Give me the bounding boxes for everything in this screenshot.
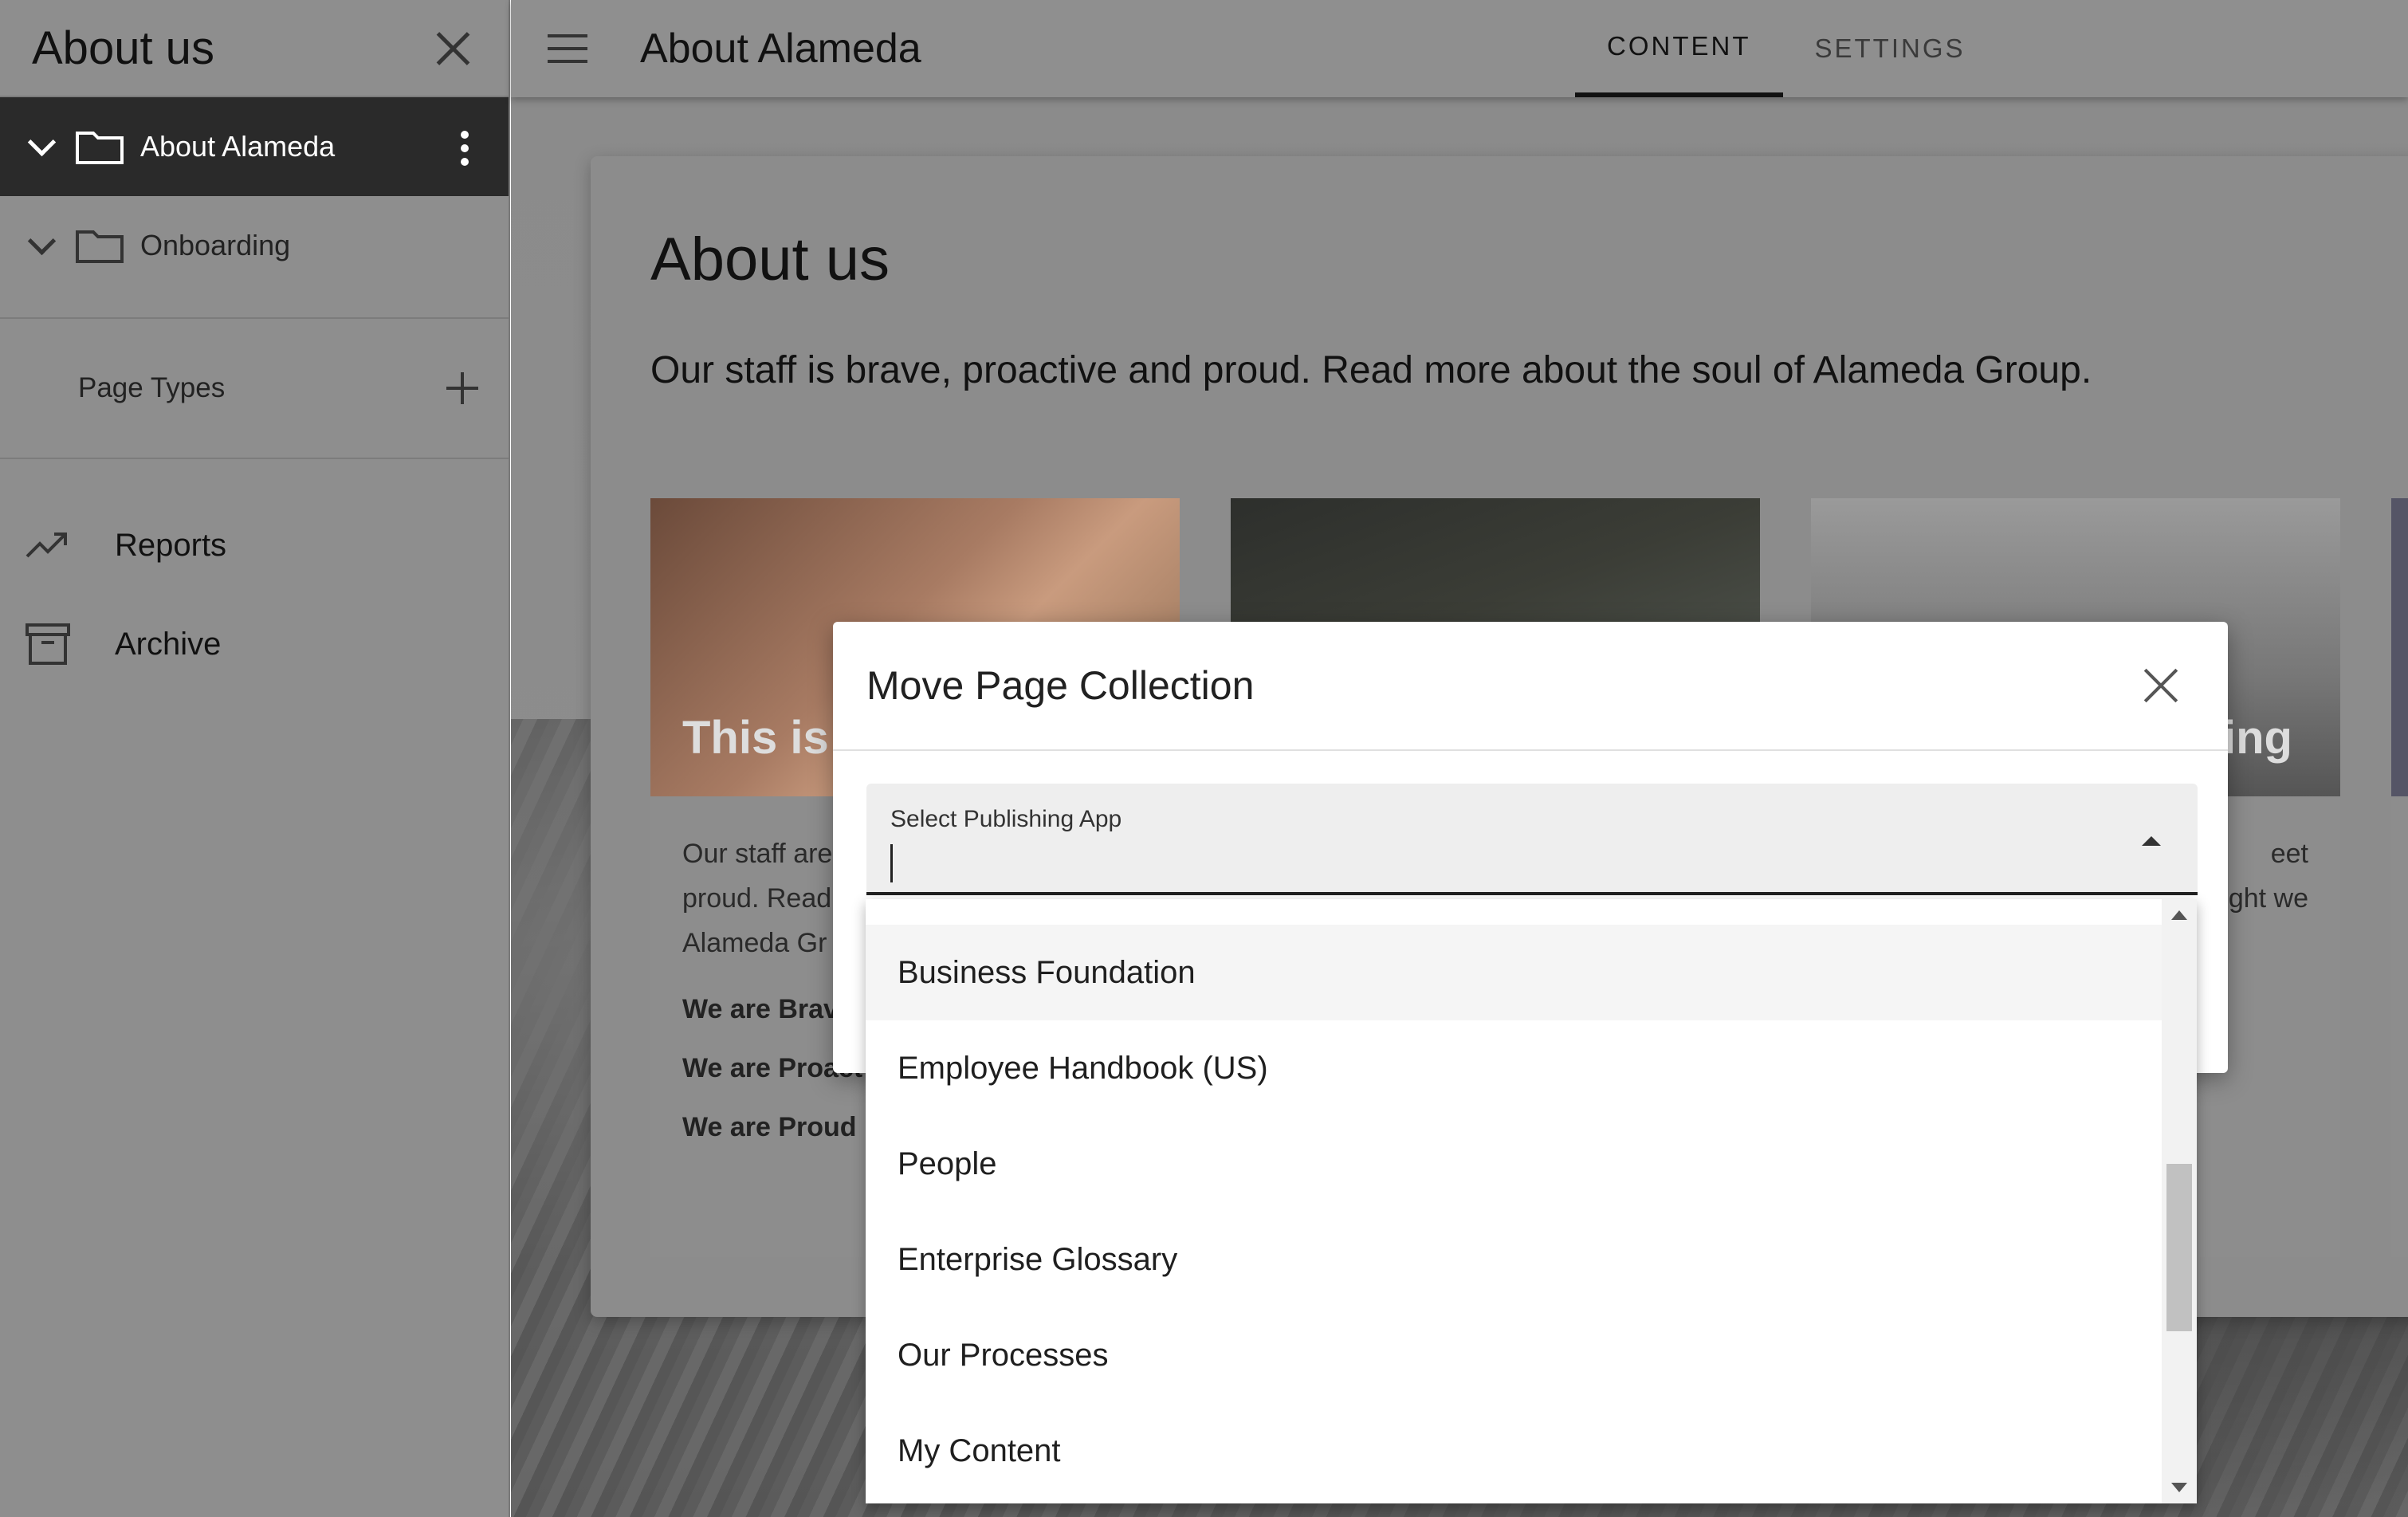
dialog-title: Move Page Collection xyxy=(866,663,1255,708)
dropdown-list: Business Foundation Employee Handbook (U… xyxy=(866,925,2162,1499)
chevron-down-icon[interactable] xyxy=(24,129,59,164)
close-icon[interactable] xyxy=(429,24,477,72)
tab-bar: CONTENT SETTINGS xyxy=(1575,0,1998,97)
page-types-label: Page Types xyxy=(78,372,226,403)
page-title: About Alameda xyxy=(640,26,921,72)
arrow-drop-up-icon[interactable] xyxy=(2142,836,2161,846)
folder-icon xyxy=(75,128,124,165)
tree-item-onboarding[interactable]: Onboarding xyxy=(0,196,509,295)
top-app-bar: About Alameda CONTENT SETTINGS xyxy=(511,0,2408,97)
tree-item-about-alameda[interactable]: About Alameda xyxy=(0,97,509,196)
dropdown-option[interactable]: Business Foundation xyxy=(866,925,2162,1020)
nav-link-label: Reports xyxy=(115,527,227,563)
sidebar-title: About us xyxy=(32,22,214,74)
publishing-app-dropdown: Business Foundation Employee Handbook (U… xyxy=(866,899,2197,1503)
tab-settings[interactable]: SETTINGS xyxy=(1783,0,1998,97)
scroll-down-icon[interactable] xyxy=(2171,1483,2187,1492)
page-types-row: Page Types xyxy=(0,319,509,459)
dialog-header: Move Page Collection xyxy=(833,622,2228,751)
add-icon[interactable] xyxy=(446,372,478,404)
tab-content[interactable]: CONTENT xyxy=(1575,0,1783,97)
content-heading: About us xyxy=(650,226,890,293)
card[interactable] xyxy=(2391,498,2408,1257)
content-subheading: Our staff is brave, proactive and proud.… xyxy=(650,349,2092,391)
tree-item-label: About Alameda xyxy=(140,130,336,163)
dropdown-option[interactable]: Our Processes xyxy=(866,1307,2162,1403)
folder-icon xyxy=(75,227,124,264)
tree-item-label: Onboarding xyxy=(140,229,291,261)
menu-icon[interactable] xyxy=(548,34,587,63)
nav-link-label: Archive xyxy=(115,626,222,662)
trending-up-icon xyxy=(24,521,72,569)
select-label: Select Publishing App xyxy=(890,806,1122,832)
scrollbar-thumb[interactable] xyxy=(2166,1164,2192,1331)
scroll-up-icon[interactable] xyxy=(2171,910,2187,920)
nav-link-archive[interactable]: Archive xyxy=(0,595,509,694)
card-image xyxy=(2391,498,2408,796)
chevron-down-icon[interactable] xyxy=(24,228,59,263)
dropdown-option[interactable]: Employee Handbook (US) xyxy=(866,1020,2162,1116)
close-icon[interactable] xyxy=(2139,663,2183,708)
scrollbar[interactable] xyxy=(2162,899,2197,1503)
dropdown-option[interactable]: My Content xyxy=(866,1403,2162,1499)
nav-link-reports[interactable]: Reports xyxy=(0,496,509,595)
sidebar: About us About Alameda Onboarding Page T… xyxy=(0,0,510,1517)
dropdown-option[interactable]: Enterprise Glossary xyxy=(866,1212,2162,1307)
card-caption: This is xyxy=(682,712,829,764)
text-cursor xyxy=(890,844,893,882)
archive-icon xyxy=(24,620,72,668)
more-vert-icon[interactable] xyxy=(461,131,469,166)
card-caption: ing xyxy=(2223,712,2292,764)
dropdown-option[interactable]: People xyxy=(866,1116,2162,1212)
publishing-app-select[interactable]: Select Publishing App xyxy=(866,784,2198,895)
sidebar-header: About us xyxy=(0,0,509,97)
